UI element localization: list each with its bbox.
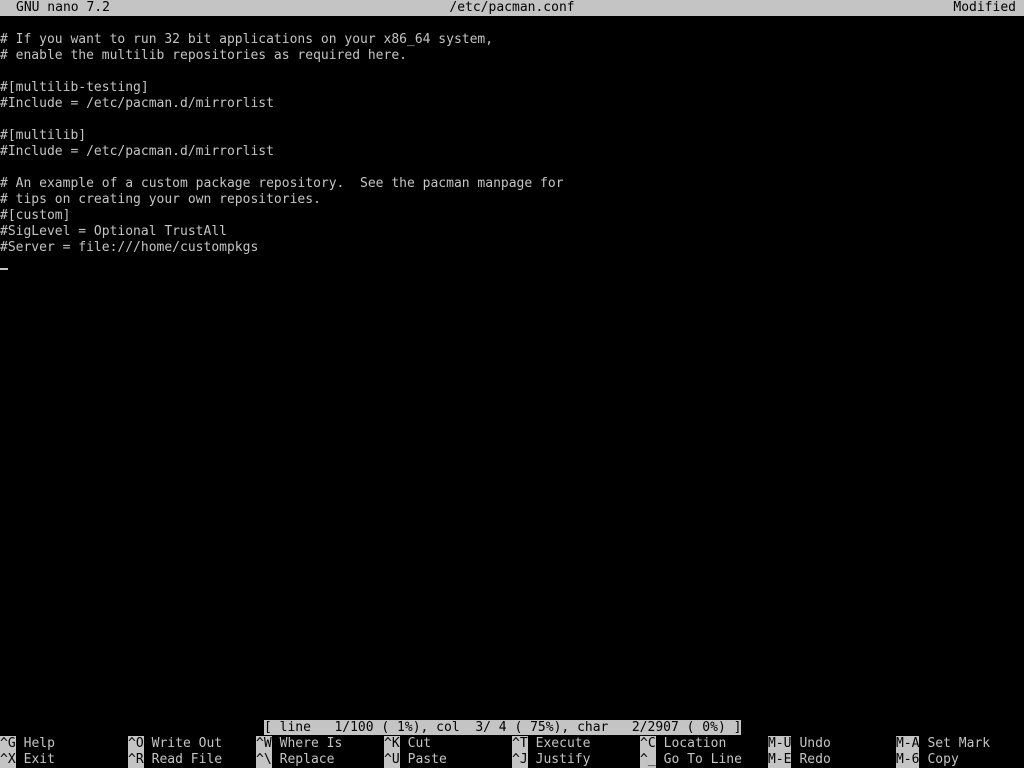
shortcut-label: Help xyxy=(23,736,55,751)
shortcut-key: ^C xyxy=(640,736,656,752)
help-shortcut[interactable]: ^G Help xyxy=(0,736,55,752)
shortcut-label: Go To Line xyxy=(663,752,742,767)
write-out-shortcut[interactable]: ^O Write Out xyxy=(128,736,222,752)
go-to-line-shortcut[interactable]: ^_ Go To Line xyxy=(640,752,742,768)
set-mark-shortcut[interactable]: M-A Set Mark xyxy=(896,736,990,752)
shortcut-key: ^K xyxy=(384,736,400,752)
shortcut-key: ^U xyxy=(384,752,400,768)
shortcut-key: M-E xyxy=(768,752,792,768)
exit-shortcut[interactable]: ^X Exit xyxy=(0,752,55,768)
shortcut-key: ^T xyxy=(512,736,528,752)
undo-shortcut[interactable]: M-U Undo xyxy=(768,736,831,752)
execute-shortcut[interactable]: ^T Execute xyxy=(512,736,590,752)
read-file-shortcut[interactable]: ^R Read File xyxy=(128,752,222,768)
shortcut-key: ^R xyxy=(128,752,144,768)
shortcut-key: ^G xyxy=(0,736,16,752)
shortcut-key: ^W xyxy=(256,736,272,752)
modified-indicator: Modified xyxy=(953,0,1016,15)
shortcut-label: Cut xyxy=(407,736,432,751)
shortcut-label: Read File xyxy=(151,752,223,767)
shortcut-label: Location xyxy=(663,736,727,751)
cut-shortcut[interactable]: ^K Cut xyxy=(384,736,431,752)
editor-line[interactable]: #Include = /etc/pacman.d/mirrorlist xyxy=(0,96,1024,112)
editor-line[interactable]: # If you want to run 32 bit applications… xyxy=(0,32,1024,48)
editor-line[interactable]: #SigLevel = Optional TrustAll xyxy=(0,224,1024,240)
shortcut-label: Justify xyxy=(535,752,591,767)
shortcut-key: M-6 xyxy=(896,752,920,768)
editor-line[interactable]: # tips on creating your own repositories… xyxy=(0,192,1024,208)
where-is-shortcut[interactable]: ^W Where Is xyxy=(256,736,342,752)
editor-line[interactable] xyxy=(0,160,1024,176)
shortcut-key: ^\ xyxy=(256,752,272,768)
shortcut-key: M-A xyxy=(896,736,920,752)
editor-line[interactable]: #Server = file:///home/custompkgs xyxy=(0,240,1024,256)
editor-line[interactable]: #[multilib] xyxy=(0,128,1024,144)
shortcut-label: Set Mark xyxy=(927,736,991,751)
shortcut-label: Exit xyxy=(23,752,55,767)
file-name: /etc/pacman.conf xyxy=(449,0,575,15)
shortcut-key: ^X xyxy=(0,752,16,768)
nano-title-bar: GNU nano 7.2 /etc/pacman.conf Modified xyxy=(0,0,1024,16)
text-cursor xyxy=(0,268,8,270)
redo-shortcut[interactable]: M-E Redo xyxy=(768,752,831,768)
editor-line[interactable]: #Include = /etc/pacman.d/mirrorlist xyxy=(0,144,1024,160)
editor-line[interactable] xyxy=(0,256,1024,272)
paste-shortcut[interactable]: ^U Paste xyxy=(384,752,447,768)
editor-line[interactable]: #[custom] xyxy=(0,208,1024,224)
copy-shortcut[interactable]: M-6 Copy xyxy=(896,752,959,768)
shortcut-label: Where Is xyxy=(279,736,343,751)
shortcut-label: Paste xyxy=(407,752,447,767)
shortcut-key: ^_ xyxy=(640,752,656,768)
shortcut-key: ^J xyxy=(512,752,528,768)
location-shortcut[interactable]: ^C Location xyxy=(640,736,726,752)
editor-line[interactable]: # An example of a custom package reposit… xyxy=(0,176,1024,192)
shortcut-label: Write Out xyxy=(151,736,223,751)
editor-line[interactable] xyxy=(0,112,1024,128)
replace-shortcut[interactable]: ^\ Replace xyxy=(256,752,334,768)
status-bar: [ line 1/100 ( 1%), col 3/ 4 ( 75%), cha… xyxy=(264,720,742,735)
shortcut-label: Redo xyxy=(799,752,831,767)
editor-area[interactable]: # If you want to run 32 bit applications… xyxy=(0,32,1024,712)
editor-line[interactable]: # enable the multilib repositories as re… xyxy=(0,48,1024,64)
shortcut-help-bar: ^G Help ^O Write Out ^W Where Is ^K Cut ^T Ex… xyxy=(0,736,1024,768)
shortcut-key: ^O xyxy=(128,736,144,752)
justify-shortcut[interactable]: ^J Justify xyxy=(512,752,590,768)
shortcut-label: Replace xyxy=(279,752,335,767)
shortcut-label: Execute xyxy=(535,736,591,751)
editor-line[interactable] xyxy=(0,64,1024,80)
shortcut-label: Copy xyxy=(927,752,959,767)
terminal-screen: GNU nano 7.2 /etc/pacman.conf Modified #… xyxy=(0,0,1024,768)
editor-line[interactable]: #[multilib-testing] xyxy=(0,80,1024,96)
shortcut-label: Undo xyxy=(799,736,831,751)
shortcut-key: M-U xyxy=(768,736,792,752)
